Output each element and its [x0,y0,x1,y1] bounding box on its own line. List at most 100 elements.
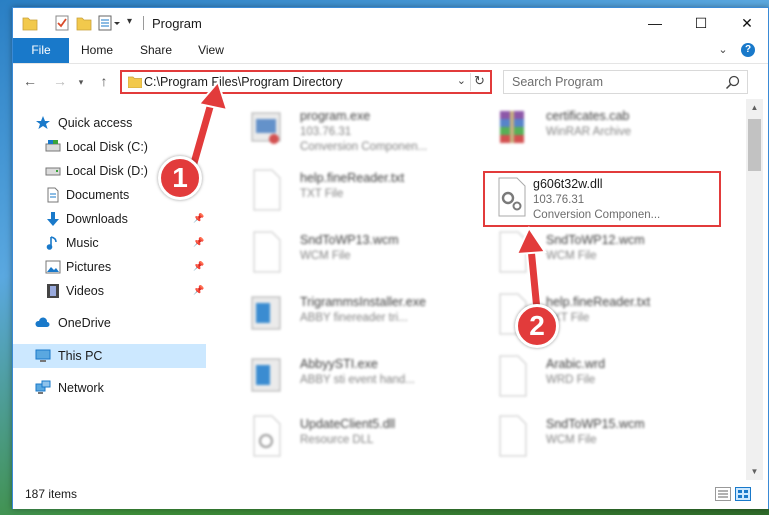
sidebar-item-videos[interactable]: Videos 📌 [13,279,206,303]
installer-icon [251,358,281,392]
minimize-button[interactable]: — [632,8,678,38]
address-row: ← → ▾ ↑ C:\Program Files\Program Directo… [13,63,768,98]
title-bar: ▾ Program — ☐ ✕ [13,8,768,38]
sidebar-item-network[interactable]: Network [13,376,206,400]
recent-locations-icon[interactable]: ▾ [75,77,87,88]
file-name: Arabic.wrd [546,357,606,371]
details-view-icon[interactable] [715,487,731,501]
cloud-icon [35,317,50,327]
file-name: SndToWP13.wcm [300,233,399,247]
vertical-scrollbar[interactable]: ▲ ▼ [746,99,763,480]
file-type: Resource DLL [300,434,374,446]
document-icon [253,231,281,273]
address-path[interactable]: C:\Program Files\Program Directory [144,75,343,89]
pin-icon[interactable]: 📌 [193,261,204,272]
scroll-up-icon[interactable]: ▲ [746,99,763,116]
pin-icon[interactable]: 📌 [193,285,204,296]
file-name: program.exe [300,109,371,123]
back-arrow-icon[interactable]: ← [21,73,39,89]
tab-view[interactable]: View [193,38,229,63]
file-type: WCM File [546,250,597,262]
drive-icon [45,167,61,176]
file-type: WinRAR Archive [546,126,631,138]
documents-icon [47,187,59,203]
videos-icon [47,284,59,298]
file-name: AbbyySTI.exe [300,357,378,371]
tab-home[interactable]: Home [75,38,119,63]
file-item[interactable]: TrigrammsInstaller.exe ABBY finereader t… [238,285,478,345]
step-1-badge: 1 [158,156,202,200]
refresh-icon[interactable]: ↻ [470,73,488,91]
sidebar-item-label: OneDrive [58,316,111,330]
sidebar-item-onedrive[interactable]: OneDrive [13,311,206,335]
address-dropdown-icon[interactable]: ⌄ [457,74,466,87]
drive-icon [45,140,61,152]
sidebar-item-music[interactable]: Music 📌 [13,231,206,255]
file-item[interactable]: SndToWP15.wcm WCM File [484,407,724,467]
pin-icon[interactable]: 📌 [193,213,204,224]
file-name: UpdateClient5.dll [300,417,396,431]
search-input[interactable] [512,75,712,89]
scroll-down-icon[interactable]: ▼ [746,463,763,480]
file-item[interactable]: certificates.cab WinRAR Archive [484,99,724,159]
title-separator [143,16,144,30]
sidebar-item-downloads[interactable]: Downloads 📌 [13,207,206,231]
installer-icon [251,296,281,330]
file-list: program.exe 103.76.31 Conversion Compone… [218,99,746,480]
file-item-g606t32w[interactable]: g606t32w.dll 103.76.31 Conversion Compon… [483,167,723,227]
address-bar[interactable]: C:\Program Files\Program Directory ⌄ ↻ [120,70,492,94]
sidebar-item-quick-access[interactable]: Quick access [13,111,206,135]
file-name: SndToWP15.wcm [546,417,645,431]
sidebar-item-label: Network [58,381,104,395]
pin-icon[interactable]: 📌 [193,237,204,248]
up-arrow-icon[interactable]: ↑ [95,73,113,89]
file-item[interactable]: help.fineReader.txt TXT File [238,161,478,221]
file-item[interactable]: Arabic.wrd WRD File [484,347,724,407]
sidebar-item-label: Music [66,236,99,250]
folder-icon[interactable] [22,14,38,32]
customize-toolbar-icon[interactable] [98,14,122,32]
sidebar-item-label: Local Disk (C:) [66,140,148,154]
search-box[interactable] [503,70,748,94]
sidebar-item-label: This PC [58,349,103,363]
sidebar-item-pictures[interactable]: Pictures 📌 [13,255,206,279]
file-item[interactable]: program.exe 103.76.31 Conversion Compone… [238,99,478,159]
archive-icon [500,111,524,143]
tiles-view-icon[interactable] [735,487,751,501]
forward-arrow-icon[interactable]: → [51,73,69,89]
computer-icon [35,349,51,362]
tab-share[interactable]: Share [135,38,177,63]
search-icon[interactable] [725,74,741,90]
download-icon [47,212,59,226]
step-2-badge: 2 [515,304,559,348]
file-item[interactable]: AbbyySTI.exe ABBY sti event hand... [238,347,478,407]
file-name: certificates.cab [546,109,630,123]
network-icon [35,380,51,394]
maximize-button[interactable]: ☐ [678,8,724,38]
file-item[interactable]: UpdateClient5.dll Resource DLL [238,407,478,467]
blurred-files: program.exe 103.76.31 Conversion Compone… [218,99,746,480]
sidebar-item-this-pc[interactable]: This PC [13,344,206,368]
highlighted-file[interactable]: g606t32w.dll 103.76.31 Conversion Compon… [483,171,721,227]
new-folder-icon[interactable] [76,14,92,32]
expand-ribbon-icon[interactable]: ⌄ [716,43,730,57]
sidebar-item-label: Downloads [66,212,128,226]
explorer-window: ▾ Program — ☐ ✕ File Home Share View ⌄ ?… [12,7,769,509]
help-icon[interactable]: ? [741,43,755,57]
file-name: help.fineReader.txt [300,171,405,185]
window-title: Program [152,16,202,31]
file-item[interactable]: SndToWP13.wcm WCM File [238,223,478,283]
item-count: 187 items [25,487,78,501]
close-button[interactable]: ✕ [724,8,769,38]
file-name: SndToWP12.wcm [546,233,645,247]
document-icon [499,355,527,397]
scroll-thumb[interactable] [748,119,761,171]
file-description: ABBY finereader tri... [300,312,408,324]
toolbar-dropdown-icon[interactable]: ▾ [127,16,137,34]
file-description: ABBY sti event hand... [300,374,415,386]
tab-file[interactable]: File [13,38,69,63]
dll-icon [253,415,281,457]
file-version: 103.76.31 [300,126,352,138]
file-item[interactable]: SndToWP12.wcm WCM File [484,223,724,283]
properties-check-icon[interactable] [54,14,70,32]
